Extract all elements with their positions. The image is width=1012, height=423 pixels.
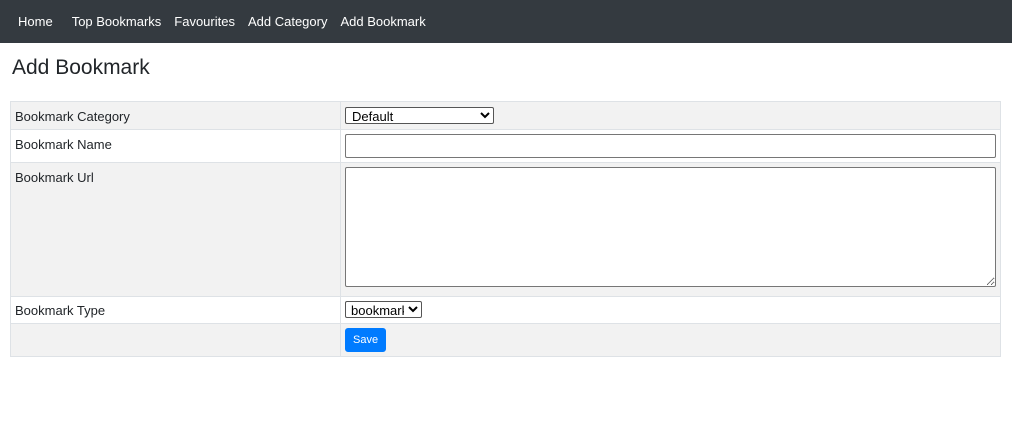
save-label-cell [10, 323, 341, 357]
nav-add-bookmark-link[interactable]: Add Bookmark [340, 0, 425, 43]
name-control-cell [340, 129, 1001, 163]
form-row-category: Bookmark Category Default [10, 101, 1001, 130]
type-select[interactable]: bookmark [345, 301, 422, 318]
nav-add-category-link[interactable]: Add Category [248, 0, 328, 43]
name-label: Bookmark Name [15, 137, 112, 152]
form-row-name: Bookmark Name [10, 129, 1001, 163]
save-control-cell: Save [340, 323, 1001, 357]
page-title: Add Bookmark [12, 56, 150, 79]
type-label-cell: Bookmark Type [10, 296, 341, 324]
category-label-cell: Bookmark Category [10, 101, 341, 130]
form-row-type: Bookmark Type bookmark [10, 296, 1001, 324]
url-label-cell: Bookmark Url [10, 162, 341, 297]
nav-favourites-link[interactable]: Favourites [174, 0, 235, 43]
category-control-cell: Default [340, 101, 1001, 130]
name-label-cell: Bookmark Name [10, 129, 341, 163]
navbar: Home Top Bookmarks Favourites Add Catego… [0, 0, 1012, 43]
url-textarea[interactable] [345, 167, 996, 287]
name-input[interactable] [345, 134, 996, 158]
form-row-url: Bookmark Url [10, 162, 1001, 297]
url-label: Bookmark Url [15, 170, 94, 185]
nav-home-link[interactable]: Home [18, 0, 53, 43]
type-label: Bookmark Type [15, 303, 106, 318]
type-control-cell: bookmark [340, 296, 1001, 324]
form-row-save: Save [10, 323, 1001, 357]
bookmark-form-table: Bookmark Category Default Bookmark Name … [10, 101, 1001, 357]
url-control-cell [340, 162, 1001, 297]
category-label: Bookmark Category [15, 109, 130, 124]
category-select[interactable]: Default [345, 107, 494, 124]
nav-top-bookmarks-link[interactable]: Top Bookmarks [72, 0, 162, 43]
save-button[interactable]: Save [345, 328, 387, 352]
